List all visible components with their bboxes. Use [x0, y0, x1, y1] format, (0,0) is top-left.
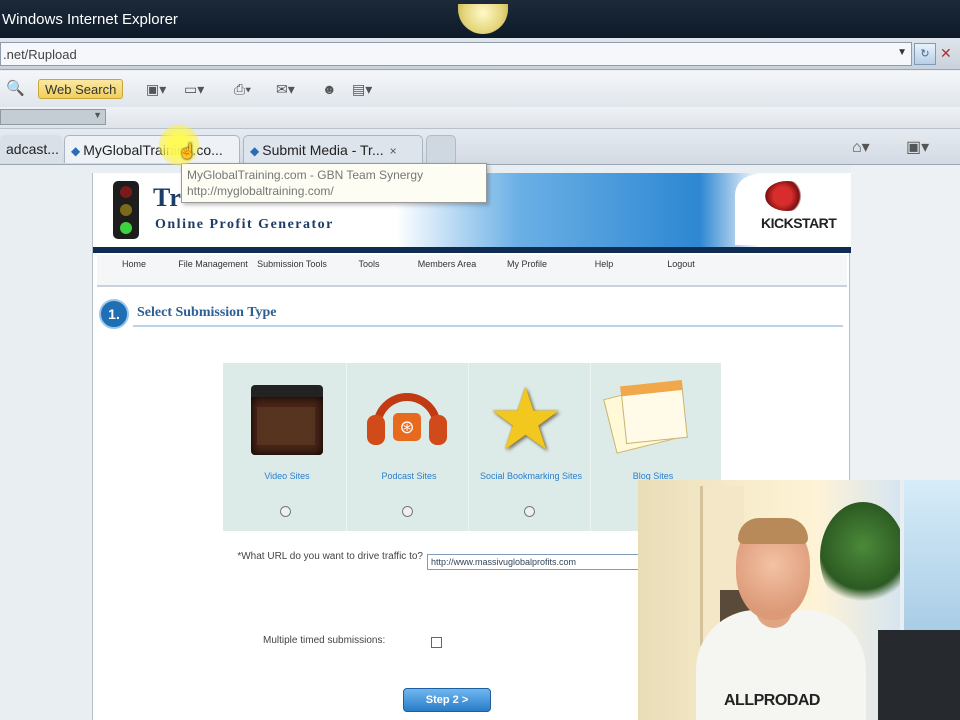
target-url-label: *What URL do you want to drive traffic t… — [237, 551, 423, 562]
address-bar: .net/Rupload ▼ ↻ ✕ — [0, 38, 960, 70]
tab-broadcast[interactable]: adcast... — [0, 135, 62, 163]
window-title: Windows Internet Explorer — [2, 11, 178, 28]
nav-file-management[interactable]: File Management — [173, 259, 253, 270]
nav-members-area[interactable]: Members Area — [405, 259, 489, 270]
address-dropdown-icon[interactable]: ▼ — [897, 47, 907, 58]
stop-button[interactable]: ✕ — [940, 43, 960, 65]
step-title: Select Submission Type — [137, 305, 277, 320]
multiple-submissions-label: Multiple timed submissions: — [263, 635, 386, 646]
home-icon[interactable]: ⌂▾ — [852, 137, 870, 157]
tab-label: Submit Media - Tr... — [262, 142, 384, 158]
links-toolbar: ▼ — [0, 107, 960, 129]
headphone-left — [367, 415, 385, 445]
address-input[interactable]: .net/Rupload ▼ — [0, 42, 912, 66]
next-step-button[interactable]: Step 2 > — [403, 688, 491, 712]
tooltip-title: MyGlobalTraining.com - GBN Team Synergy — [187, 168, 424, 182]
toolbar-select[interactable]: ▼ — [0, 109, 106, 125]
tab-tooltip: MyGlobalTraining.com - GBN Team Synergy … — [181, 163, 487, 203]
video-sites-radio[interactable] — [280, 506, 291, 517]
option-podcast-sites[interactable]: ⊛ Podcast Sites — [349, 363, 469, 531]
address-text: .net/Rupload — [3, 47, 77, 62]
tab-close-icon[interactable]: × — [390, 144, 397, 158]
hand-cursor-icon: ☝ — [178, 143, 197, 160]
toolbar-print-icon[interactable]: ⎙▾ — [234, 81, 251, 98]
podcast-sites-radio[interactable] — [402, 506, 413, 517]
presenter-hair — [738, 518, 808, 544]
webcam-plant — [820, 502, 906, 612]
star-icon: ★ — [487, 372, 565, 468]
note-front — [620, 379, 688, 445]
shirt-print: ALLPRODAD — [724, 692, 820, 709]
tab-myglobaltraining[interactable]: ◆ MyGlobalTraining.co... — [64, 135, 240, 163]
ie-page-icon: ◆ — [250, 144, 260, 158]
ie-page-icon: ◆ — [71, 144, 81, 158]
target-url-input[interactable]: http://www.massivuglobalprofits.com — [427, 554, 647, 570]
option-label: Video Sites — [264, 471, 310, 481]
tab-label: adcast... — [6, 141, 59, 157]
nav-submission-tools[interactable]: Submission Tools — [257, 259, 327, 270]
toolbar-bookmark-icon[interactable]: ▣▾ — [146, 81, 166, 98]
kickstart-logo: KICKSTART — [735, 175, 847, 245]
option-label: Podcast Sites — [381, 471, 437, 481]
site-nav: Home File Management Submission Tools To… — [97, 255, 847, 287]
tab-label: MyGlobalTraining.co... — [83, 142, 223, 158]
nav-home[interactable]: Home — [117, 259, 151, 270]
tooltip-url: http://myglobaltraining.com/ — [187, 184, 334, 198]
web-search-button[interactable]: Web Search — [38, 79, 124, 99]
kickstart-swirl-icon — [765, 181, 809, 211]
multiple-submissions-checkbox[interactable] — [431, 637, 442, 648]
site-tagline: Online Profit Generator — [155, 217, 334, 232]
tab-submit-media[interactable]: ◆ Submit Media - Tr... × — [243, 135, 423, 163]
social-bookmarking-radio[interactable] — [524, 506, 535, 517]
banner-divider — [93, 247, 851, 253]
tab-bar: adcast... ◆ MyGlobalTraining.co... ◆ Submi… — [0, 129, 960, 165]
option-video-sites[interactable]: Video Sites — [227, 363, 347, 531]
toolbar-messenger-icon[interactable]: ☻ — [322, 81, 337, 97]
kickstart-logo-text: KICKSTART — [761, 215, 837, 231]
traffic-light-icon — [113, 181, 139, 239]
option-social-bookmarking[interactable]: ★ Social Bookmarking Sites — [471, 363, 591, 531]
video-clapper-icon — [251, 385, 323, 455]
toolbar-folder-icon[interactable]: ▤▾ — [352, 81, 372, 98]
light-red — [120, 186, 132, 198]
nav-my-profile[interactable]: My Profile — [495, 259, 559, 270]
light-green — [120, 222, 132, 234]
webcam-overlay: ALLPRODAD — [638, 480, 960, 720]
site-brand: Tr — [153, 183, 182, 212]
option-label: Social Bookmarking Sites — [479, 471, 583, 481]
nav-tools[interactable]: Tools — [351, 259, 387, 270]
search-icon[interactable]: 🔍 — [6, 79, 25, 97]
browser-toolbar: 🔍 Web Search ▣▾ ▭▾ ⎙▾ ✉▾ ☻ ▤▾ — [0, 71, 960, 107]
step-header: 1. Select Submission Type — [97, 297, 847, 329]
refresh-button[interactable]: ↻ — [914, 43, 936, 65]
webcam-window — [900, 480, 960, 630]
podcast-rss-icon: ⊛ — [367, 393, 447, 449]
light-yellow — [120, 204, 132, 216]
rss-symbol: ⊛ — [393, 413, 421, 441]
step-underline — [133, 325, 843, 327]
feeds-icon[interactable]: ▣▾ — [906, 137, 929, 157]
step-number-badge: 1. — [99, 299, 129, 329]
toolbar-page-icon[interactable]: ▭▾ — [184, 81, 204, 98]
new-tab-button[interactable] — [426, 135, 456, 163]
headphone-right — [429, 415, 447, 445]
nav-help[interactable]: Help — [587, 259, 621, 270]
toolbar-mail-icon[interactable]: ✉▾ — [276, 81, 295, 98]
nav-logout[interactable]: Logout — [659, 259, 703, 270]
webcam-desk — [878, 630, 960, 720]
notepad-icon — [603, 379, 688, 454]
